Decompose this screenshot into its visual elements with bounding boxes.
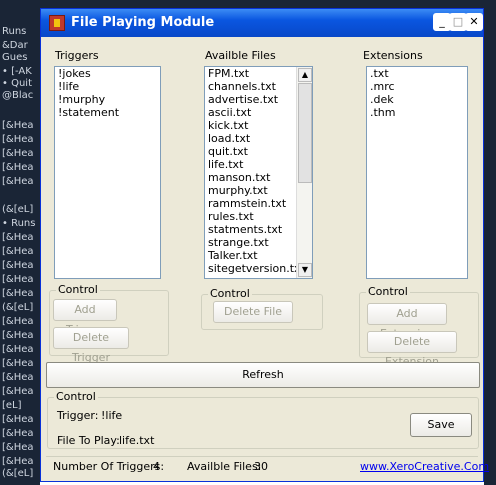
background-chat-line: [&Hea	[2, 456, 34, 467]
list-item[interactable]: !statement	[55, 106, 160, 119]
extensions-control-label: Control	[366, 285, 410, 298]
file-to-play-value: life.txt	[119, 434, 155, 447]
window-title: File Playing Module	[71, 15, 215, 30]
delete-file-button[interactable]: Delete File	[213, 301, 293, 323]
refresh-button[interactable]: Refresh	[46, 362, 480, 388]
app-icon	[49, 15, 65, 31]
list-item[interactable]: .txt	[367, 67, 467, 80]
background-chat-line: [&Hea	[2, 232, 34, 243]
background-chat-line: [&Hea	[2, 246, 34, 257]
file-playing-module-window: File Playing Module _ □ ✕ Triggers !joke…	[40, 8, 489, 482]
background-window-top	[40, 0, 484, 8]
list-item[interactable]: .dek	[367, 93, 467, 106]
background-window-right	[484, 0, 496, 485]
background-chat-line: Gues	[2, 52, 28, 63]
triggers-listbox[interactable]: !jokes !life !murphy !statement	[54, 66, 161, 279]
background-chat-line: [&Hea	[2, 428, 34, 439]
background-chat-line: [&Hea	[2, 148, 34, 159]
background-chat-line: [eL]	[2, 400, 22, 411]
delete-extension-button[interactable]: Delete Extension	[367, 331, 457, 368]
scroll-thumb[interactable]	[298, 83, 312, 183]
background-chat-window: Runs &Dar Gues • [-AK • Quit [&Hea [&Hea…	[0, 0, 40, 485]
files-count-label: Availble Files:	[187, 460, 262, 473]
triggers-label: Triggers	[55, 49, 99, 62]
list-item[interactable]: !murphy	[55, 93, 160, 106]
scroll-down-icon[interactable]: ▼	[298, 263, 312, 277]
triggers-count-label: Number Of Triggers:	[53, 460, 165, 473]
files-listbox[interactable]: FPM.txt channels.txt advertise.txt ascii…	[204, 66, 313, 279]
extensions-listbox[interactable]: .txt .mrc .dek .thm	[366, 66, 468, 279]
files-label: Availble Files	[205, 49, 276, 62]
background-chat-line: [&Hea	[2, 120, 34, 131]
background-chat-line: [&Hea	[2, 288, 34, 299]
files-count: 30	[254, 460, 268, 473]
files-scrollbar[interactable]: ▲ ▼	[296, 67, 312, 278]
triggers-control-label: Control	[56, 283, 100, 296]
list-item[interactable]: .thm	[367, 106, 467, 119]
background-chat-line: (&[eL]	[2, 468, 34, 479]
background-chat-line: [&Hea	[2, 442, 34, 453]
trigger-value: !life	[101, 409, 123, 422]
background-chat-line: Runs	[2, 26, 27, 37]
background-chat-line: &Dar	[2, 40, 28, 51]
scroll-up-icon[interactable]: ▲	[298, 68, 312, 82]
trigger-label: Trigger:	[57, 409, 99, 422]
background-chat-line: • [-AK	[2, 66, 32, 77]
background-chat-line: [&Hea	[2, 162, 34, 173]
extensions-label: Extensions	[363, 49, 423, 62]
add-trigger-button[interactable]: Add Trigger	[53, 299, 117, 336]
files-control-label: Control	[208, 287, 252, 300]
list-item[interactable]: !life	[55, 80, 160, 93]
list-item[interactable]: !jokes	[55, 67, 160, 80]
background-chat-line: [&Hea	[2, 386, 34, 397]
background-chat-line: [&Hea	[2, 344, 34, 355]
background-chat-line: [&Hea	[2, 372, 34, 383]
background-chat-line: [&Hea	[2, 134, 34, 145]
background-chat-line: [&Hea	[2, 330, 34, 341]
control-label: Control	[54, 390, 98, 403]
close-button[interactable]: ✕	[465, 13, 483, 31]
delete-trigger-button[interactable]: Delete Trigger	[53, 327, 129, 364]
save-button[interactable]: Save	[410, 413, 472, 437]
background-chat-line: @Blac	[2, 90, 34, 101]
triggers-count: 4	[153, 460, 160, 473]
add-extension-button[interactable]: Add Extension	[367, 303, 447, 340]
list-item[interactable]: .mrc	[367, 80, 467, 93]
background-chat-line: • Quit	[2, 78, 32, 89]
background-chat-line: (&[eL]	[2, 204, 34, 215]
background-chat-line: [&Hea	[2, 316, 34, 327]
website-link[interactable]: www.XeroCreative.Com	[360, 460, 489, 473]
background-chat-line: [&Hea	[2, 274, 34, 285]
background-chat-line: (&[eL]	[2, 302, 34, 313]
file-to-play-label: File To Play:	[57, 434, 120, 447]
background-chat-line: [&Hea	[2, 414, 34, 425]
title-bar[interactable]: File Playing Module _ □ ✕	[41, 9, 483, 37]
background-chat-line: [&Hea	[2, 358, 34, 369]
background-chat-line: [&Hea	[2, 176, 34, 187]
background-chat-line: [&Hea	[2, 260, 34, 271]
background-chat-line: • Runs	[2, 218, 36, 229]
